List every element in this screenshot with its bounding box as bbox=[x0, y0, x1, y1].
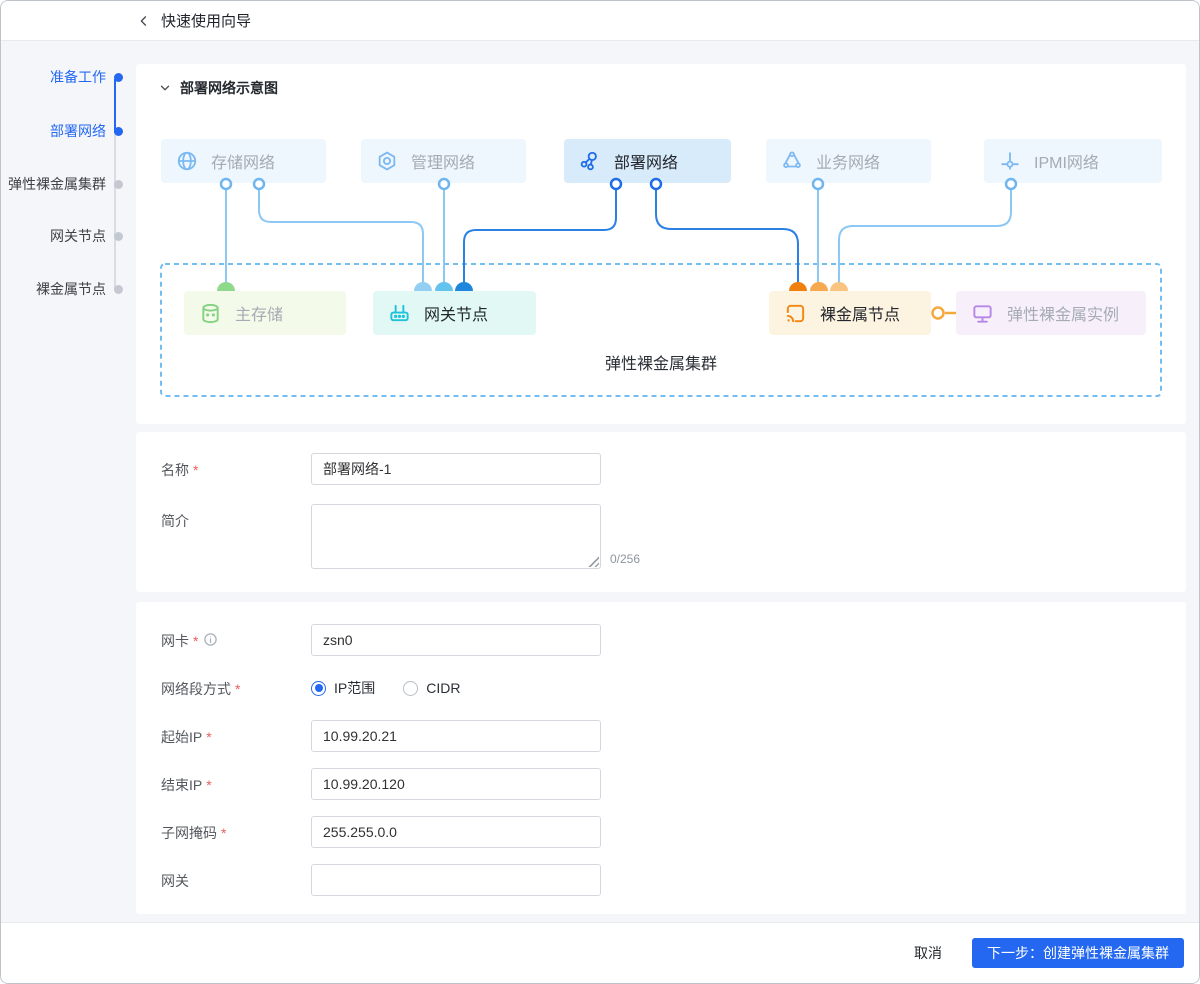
diagram-card: 部署网络示意图 bbox=[136, 64, 1186, 424]
gateway-row: 网关 bbox=[161, 864, 1161, 896]
end-ip-input[interactable] bbox=[311, 768, 601, 800]
network-card-deploy: 部署网络 bbox=[564, 139, 731, 183]
name-field-row: 名称 bbox=[161, 453, 1161, 485]
network-card-management: 管理网络 bbox=[361, 139, 526, 183]
network-card-business: 业务网络 bbox=[766, 139, 931, 183]
monitor-icon bbox=[971, 302, 994, 325]
description-label: 简介 bbox=[161, 511, 189, 531]
node-card-instance: 弹性裸金属实例 bbox=[956, 291, 1146, 335]
step-dot bbox=[114, 180, 123, 189]
description-textarea[interactable] bbox=[312, 505, 600, 568]
radio-ip-range[interactable]: IP范围 bbox=[311, 678, 375, 698]
ipmi-probe-icon bbox=[999, 150, 1021, 172]
cast-stream-icon bbox=[784, 302, 807, 325]
start-ip-label: 起始IP bbox=[161, 727, 212, 747]
name-label: 名称 bbox=[161, 460, 198, 480]
router-icon bbox=[388, 302, 411, 325]
next-step-button[interactable]: 下一步：创建弹性裸金属集群 bbox=[972, 938, 1184, 968]
gateway-label: 网关 bbox=[161, 871, 189, 891]
chevron-down-icon bbox=[159, 82, 171, 94]
char-counter: 0/256 bbox=[610, 552, 640, 569]
cluster-label: 弹性裸金属集群 bbox=[161, 350, 1161, 374]
node-card-main-storage: 主存储 bbox=[184, 291, 346, 335]
diagram-section-toggle[interactable]: 部署网络示意图 bbox=[159, 78, 278, 98]
wizard-header: 快速使用向导 bbox=[1, 1, 1199, 41]
step-dot bbox=[114, 232, 123, 241]
network-card-storage: 存储网络 bbox=[161, 139, 326, 183]
start-ip-row: 起始IP bbox=[161, 720, 1161, 752]
quick-start-wizard-window: 快速使用向导 准备工作 部署网络 弹性裸金属集群 网关节点 裸金属节点 bbox=[0, 0, 1200, 984]
start-ip-input[interactable] bbox=[311, 720, 601, 752]
step-item-preparation[interactable]: 准备工作 bbox=[50, 67, 123, 87]
globe-icon bbox=[176, 150, 198, 172]
nic-input[interactable] bbox=[311, 624, 601, 656]
step-item-gateway-node[interactable]: 网关节点 bbox=[50, 226, 123, 246]
triad-network-icon bbox=[781, 150, 803, 172]
radio-cidr[interactable]: CIDR bbox=[403, 680, 460, 696]
segment-mode-label: 网络段方式 bbox=[161, 679, 240, 699]
network-config-form: 网卡 网络段方式 IP范围 CIDR bbox=[136, 602, 1186, 914]
netmask-label: 子网掩码 bbox=[161, 823, 226, 843]
netmask-row: 子网掩码 bbox=[161, 816, 1161, 848]
info-icon[interactable] bbox=[203, 632, 218, 647]
basic-info-form: 名称 简介 0/256 bbox=[136, 432, 1186, 592]
hex-nut-icon bbox=[376, 150, 398, 172]
network-card-ipmi: IPMI网络 bbox=[984, 139, 1162, 183]
resize-grip-icon[interactable] bbox=[588, 556, 599, 567]
segment-mode-row: 网络段方式 IP范围 CIDR bbox=[161, 672, 1161, 704]
step-dot bbox=[114, 73, 123, 82]
step-item-deploy-network[interactable]: 部署网络 bbox=[50, 121, 123, 141]
diagram-section-title: 部署网络示意图 bbox=[180, 78, 278, 98]
page-title: 快速使用向导 bbox=[161, 10, 251, 31]
share-nodes-icon bbox=[579, 150, 601, 172]
end-ip-row: 结束IP bbox=[161, 768, 1161, 800]
chevron-left-icon bbox=[137, 14, 151, 28]
gateway-input[interactable] bbox=[311, 864, 601, 896]
description-field-row: 简介 0/256 bbox=[161, 504, 1161, 569]
step-dot bbox=[114, 127, 123, 136]
node-card-gateway: 网关节点 bbox=[373, 291, 536, 335]
step-item-elastic-baremetal-cluster[interactable]: 弹性裸金属集群 bbox=[8, 174, 123, 194]
step-dot bbox=[114, 285, 123, 294]
radio-dot bbox=[311, 681, 326, 696]
database-icon bbox=[199, 302, 222, 325]
netmask-input[interactable] bbox=[311, 816, 601, 848]
main-content: 部署网络示意图 bbox=[136, 41, 1186, 914]
radio-dot bbox=[403, 681, 418, 696]
nic-field-row: 网卡 bbox=[161, 624, 1161, 656]
node-card-baremetal: 裸金属节点 bbox=[769, 291, 931, 335]
cancel-button[interactable]: 取消 bbox=[906, 937, 950, 969]
nic-label: 网卡 bbox=[161, 631, 198, 651]
back-button[interactable]: 快速使用向导 bbox=[137, 10, 251, 31]
end-ip-label: 结束IP bbox=[161, 775, 212, 795]
step-item-baremetal-node[interactable]: 裸金属节点 bbox=[36, 279, 123, 299]
name-input[interactable] bbox=[311, 453, 601, 485]
wizard-footer: 取消 下一步：创建弹性裸金属集群 bbox=[1, 922, 1199, 983]
wizard-steps: 准备工作 部署网络 弹性裸金属集群 网关节点 裸金属节点 bbox=[1, 41, 136, 983]
